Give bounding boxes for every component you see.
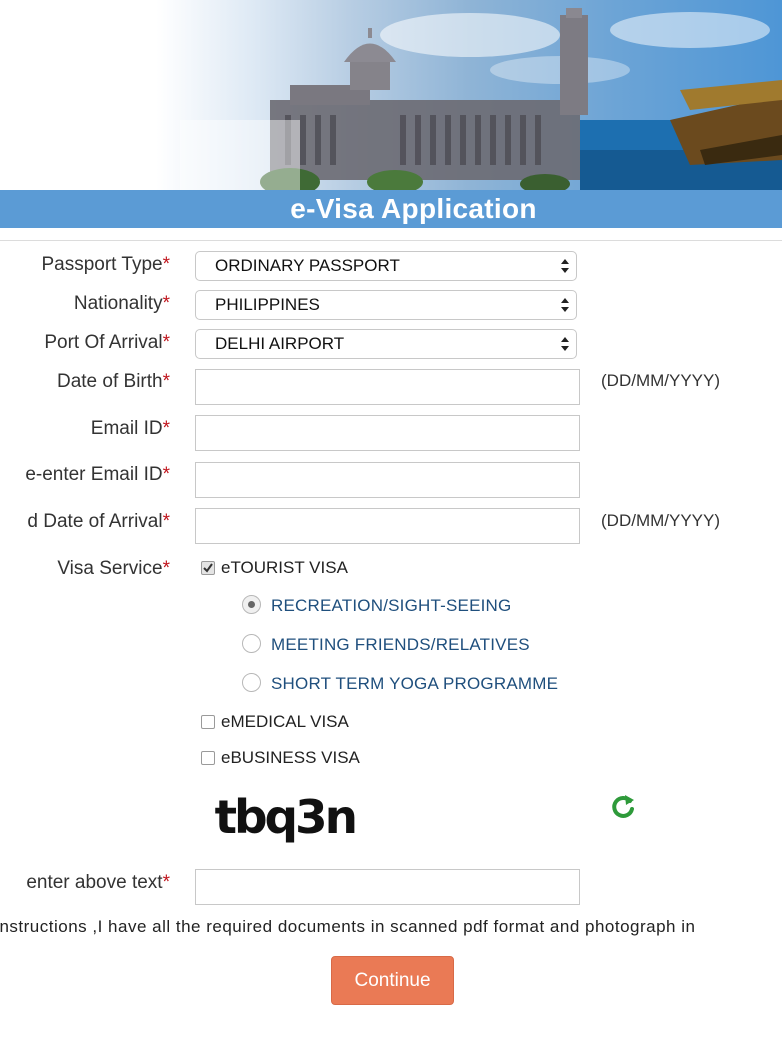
etourist-visa-checkbox[interactable] <box>201 561 215 575</box>
port-of-arrival-select[interactable]: DELHI AIRPORT <box>195 329 577 359</box>
reenter-email-label: e-enter Email ID* <box>25 464 170 485</box>
arrival-date-input[interactable] <box>195 508 580 544</box>
port-of-arrival-label: Port Of Arrival* <box>44 332 170 353</box>
yoga-programme-label[interactable]: SHORT TERM YOGA PROGRAMME <box>271 674 558 694</box>
recreation-radio[interactable] <box>242 595 261 614</box>
ebusiness-visa-label[interactable]: eBUSINESS VISA <box>221 748 360 768</box>
emedical-visa-label[interactable]: eMEDICAL VISA <box>221 712 349 732</box>
nationality-select[interactable]: PHILIPPINES <box>195 290 577 320</box>
arrival-date-label: d Date of Arrival* <box>27 511 170 532</box>
ebusiness-visa-checkbox[interactable] <box>201 751 215 765</box>
email-label: Email ID* <box>90 418 170 439</box>
banner-image <box>180 8 782 190</box>
refresh-icon[interactable] <box>608 792 638 822</box>
page-title: e-Visa Application <box>290 193 537 224</box>
date-of-birth-input[interactable] <box>195 369 580 405</box>
updown-arrows-icon <box>561 337 569 351</box>
divider <box>0 240 782 241</box>
captcha-label: enter above text* <box>26 872 170 893</box>
title-bar: e-Visa Application <box>0 190 782 228</box>
nationality-value: PHILIPPINES <box>215 295 320 314</box>
emedical-visa-checkbox[interactable] <box>201 715 215 729</box>
date-of-birth-format-hint: (DD/MM/YYYY) <box>601 371 720 390</box>
email-input[interactable] <box>195 415 580 451</box>
captcha-input[interactable] <box>195 869 580 905</box>
date-of-birth-label: Date of Birth* <box>56 371 170 392</box>
captcha-image: tbq3n <box>214 790 358 844</box>
arrival-date-format-hint: (DD/MM/YYYY) <box>601 511 720 530</box>
passport-type-label: Passport Type* <box>41 254 170 275</box>
etourist-visa-label[interactable]: eTOURIST VISA <box>221 558 348 578</box>
passport-type-select[interactable]: ORDINARY PASSPORT <box>195 251 577 281</box>
header-banner <box>0 0 782 190</box>
yoga-programme-radio[interactable] <box>242 673 261 692</box>
meeting-friends-label[interactable]: MEETING FRIENDS/RELATIVES <box>271 635 530 655</box>
recreation-label[interactable]: RECREATION/SIGHT-SEEING <box>271 596 511 616</box>
updown-arrows-icon <box>561 298 569 312</box>
nationality-label: Nationality* <box>73 293 170 314</box>
continue-button[interactable]: Continue <box>331 956 454 1005</box>
visa-service-label: Visa Service* <box>57 558 170 579</box>
passport-type-value: ORDINARY PASSPORT <box>215 256 400 275</box>
check-icon <box>203 563 213 573</box>
reenter-email-input[interactable] <box>195 462 580 498</box>
port-of-arrival-value: DELHI AIRPORT <box>215 334 345 353</box>
meeting-friends-radio[interactable] <box>242 634 261 653</box>
updown-arrows-icon <box>561 259 569 273</box>
instructions-text: e instructions ,I have all the required … <box>0 917 696 936</box>
